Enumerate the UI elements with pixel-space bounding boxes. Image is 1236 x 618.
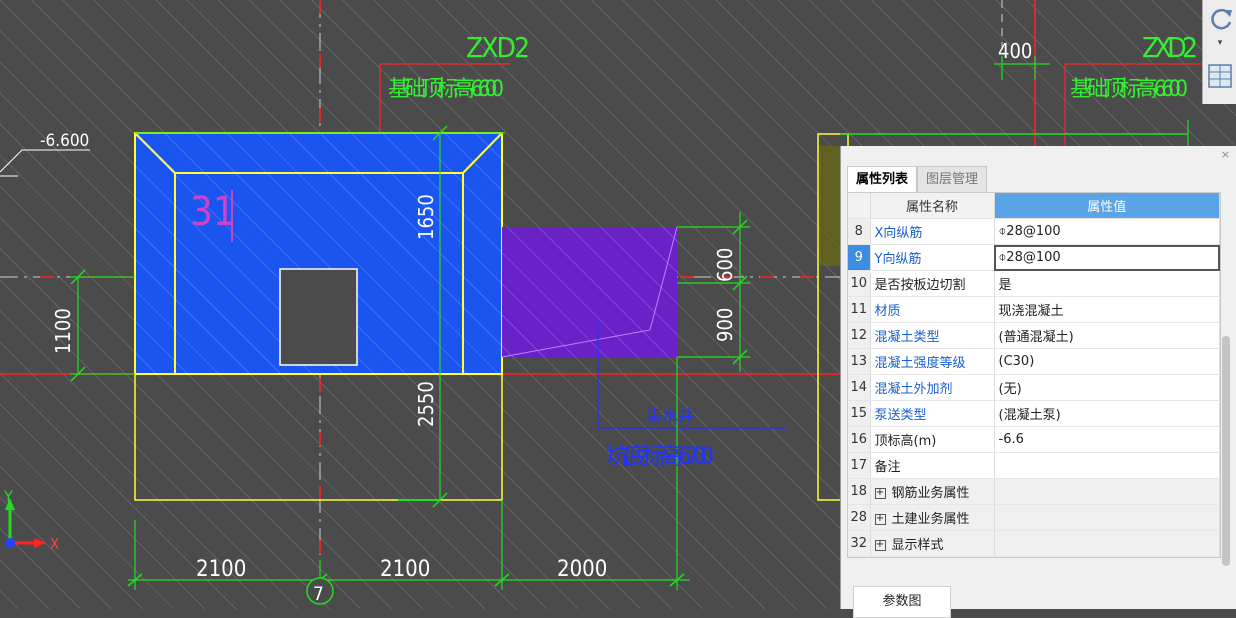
property-value[interactable]: -6.6 bbox=[994, 426, 1220, 453]
expand-icon[interactable]: + bbox=[874, 514, 886, 525]
dim-text-1100: 1100 bbox=[51, 308, 75, 354]
row-number: 16 bbox=[848, 426, 871, 453]
layout-grid-button[interactable] bbox=[1206, 62, 1234, 94]
dim-text-2550: 2550 bbox=[414, 381, 438, 427]
property-name: 混凝土外加剂 bbox=[870, 374, 995, 401]
header-num bbox=[848, 193, 871, 219]
group-name[interactable]: + 钢筋业务属性 bbox=[870, 478, 995, 505]
table-row[interactable]: 10 是否按板边切割 是 bbox=[848, 270, 1220, 297]
expand-icon[interactable]: + bbox=[874, 488, 886, 499]
property-name: 混凝土强度等级 bbox=[870, 348, 995, 375]
row-number: 28 bbox=[848, 504, 871, 531]
row-number: 10 bbox=[848, 270, 871, 297]
view-toolbar: ▾ bbox=[1202, 0, 1236, 104]
rotate-icon bbox=[1211, 8, 1232, 30]
row-number: 11 bbox=[848, 296, 871, 323]
property-value[interactable]: (混凝土泵) bbox=[994, 400, 1220, 427]
table-row-group[interactable]: 28 + 土建业务属性 bbox=[848, 504, 1220, 531]
dim-text-2100-right: 2100 bbox=[380, 557, 430, 582]
row-number: 13 bbox=[848, 348, 871, 375]
pit-elevation-label: 坑底标高-6.700 bbox=[606, 442, 714, 470]
grid-view-icon bbox=[1208, 64, 1232, 88]
dim-text-1650: 1650 bbox=[414, 194, 438, 240]
region-number: 31 bbox=[190, 189, 236, 235]
property-name: 材质 bbox=[870, 296, 995, 323]
pit-name-label: 集水井 bbox=[646, 406, 694, 425]
table-row[interactable]: 9 Y向纵筋 ⌽28@100 bbox=[848, 244, 1220, 271]
table-row[interactable]: 15 泵送类型 (混凝土泵) bbox=[848, 400, 1220, 427]
dim-text-400: 400 bbox=[998, 39, 1032, 63]
property-value[interactable] bbox=[994, 452, 1220, 479]
property-grid: 属性名称 属性值 8 X向纵筋 ⌽28@100 9 Y向纵筋 ⌽28@100 1… bbox=[847, 192, 1221, 558]
group-label: 土建业务属性 bbox=[891, 512, 970, 527]
property-name: X向纵筋 bbox=[870, 218, 995, 245]
rotate-view-button[interactable] bbox=[1206, 4, 1234, 38]
group-name[interactable]: + 土建业务属性 bbox=[870, 504, 995, 531]
ucs-y-label: Y bbox=[3, 487, 13, 506]
property-value[interactable]: 现浇混凝土 bbox=[994, 296, 1220, 323]
table-row[interactable]: 17 备注 bbox=[848, 452, 1220, 479]
axis-bubble-label: 7 bbox=[313, 583, 324, 605]
ucs-x-label: X bbox=[50, 535, 59, 553]
elevation-label-left: 基础顶标高-6.600 bbox=[388, 77, 504, 102]
adjacent-slab-fill bbox=[819, 146, 841, 266]
property-name: 泵送类型 bbox=[870, 400, 995, 427]
property-value[interactable]: ⌽28@100 bbox=[994, 244, 1220, 271]
dim-text-900: 900 bbox=[713, 308, 737, 342]
expand-icon[interactable]: + bbox=[874, 540, 886, 551]
sump-pit-hatch bbox=[502, 227, 677, 357]
property-name: Y向纵筋 bbox=[870, 244, 995, 271]
table-row[interactable]: 8 X向纵筋 ⌽28@100 bbox=[848, 218, 1220, 245]
table-row-group[interactable]: 18 + 钢筋业务属性 bbox=[848, 478, 1220, 505]
panel-tabs: 属性列表 图层管理 bbox=[847, 166, 988, 193]
tab-property-list[interactable]: 属性列表 bbox=[847, 166, 918, 193]
dim-text-2100-left: 2100 bbox=[196, 557, 246, 582]
table-row[interactable]: 14 混凝土外加剂 (无) bbox=[848, 374, 1220, 401]
property-value[interactable]: 是 bbox=[994, 270, 1220, 297]
header-property-name: 属性名称 bbox=[870, 193, 995, 219]
table-row-group[interactable]: 32 + 显示样式 bbox=[848, 530, 1220, 557]
dim-text-600: 600 bbox=[713, 248, 737, 282]
dim-text-2000: 2000 bbox=[557, 557, 607, 582]
row-number: 8 bbox=[848, 218, 871, 245]
group-label: 显示样式 bbox=[891, 538, 944, 553]
row-number: 14 bbox=[848, 374, 871, 401]
group-label: 钢筋业务属性 bbox=[891, 486, 970, 501]
row-number: 17 bbox=[848, 452, 871, 479]
row-number: 12 bbox=[848, 322, 871, 349]
property-value[interactable]: (C30) bbox=[994, 348, 1220, 375]
row-number: 18 bbox=[848, 478, 871, 505]
zxd2-label-right: ZXD2 bbox=[1142, 31, 1198, 64]
property-name: 备注 bbox=[870, 452, 995, 479]
property-value[interactable]: (普通混凝土) bbox=[994, 322, 1220, 349]
property-value[interactable]: ⌽28@100 bbox=[994, 218, 1220, 245]
row-number: 32 bbox=[848, 530, 871, 557]
dropdown-arrow[interactable]: ▾ bbox=[1206, 38, 1234, 48]
panel-scrollbar[interactable] bbox=[1222, 336, 1230, 566]
property-value bbox=[994, 504, 1220, 531]
property-name: 顶标高(m) bbox=[870, 426, 995, 453]
elevation-label-right: 基础顶标高-6.600 bbox=[1070, 77, 1188, 102]
zxd2-label-left: ZXD2 bbox=[466, 31, 530, 64]
property-value bbox=[994, 478, 1220, 505]
table-row[interactable]: 11 材质 现浇混凝土 bbox=[848, 296, 1220, 323]
property-name: 是否按板边切割 bbox=[870, 270, 995, 297]
header-property-value: 属性值 bbox=[994, 193, 1220, 219]
level-mark-text: -6.600 bbox=[40, 131, 89, 151]
property-value bbox=[994, 530, 1220, 557]
properties-panel: × 属性列表 图层管理 属性名称 属性值 8 X向纵筋 ⌽28@100 9 Y向… bbox=[840, 146, 1236, 618]
property-name: 混凝土类型 bbox=[870, 322, 995, 349]
close-icon[interactable]: × bbox=[1221, 148, 1230, 161]
tab-layer-management[interactable]: 图层管理 bbox=[917, 166, 988, 193]
row-number: 9 bbox=[848, 244, 871, 271]
property-value[interactable]: (无) bbox=[994, 374, 1220, 401]
table-row[interactable]: 16 顶标高(m) -6.6 bbox=[848, 426, 1220, 453]
parameter-diagram-button[interactable]: 参数图 bbox=[853, 586, 951, 618]
slab-opening bbox=[279, 268, 358, 366]
row-number: 15 bbox=[848, 400, 871, 427]
table-row[interactable]: 13 混凝土强度等级 (C30) bbox=[848, 348, 1220, 375]
group-name[interactable]: + 显示样式 bbox=[870, 530, 995, 557]
table-row[interactable]: 12 混凝土类型 (普通混凝土) bbox=[848, 322, 1220, 349]
